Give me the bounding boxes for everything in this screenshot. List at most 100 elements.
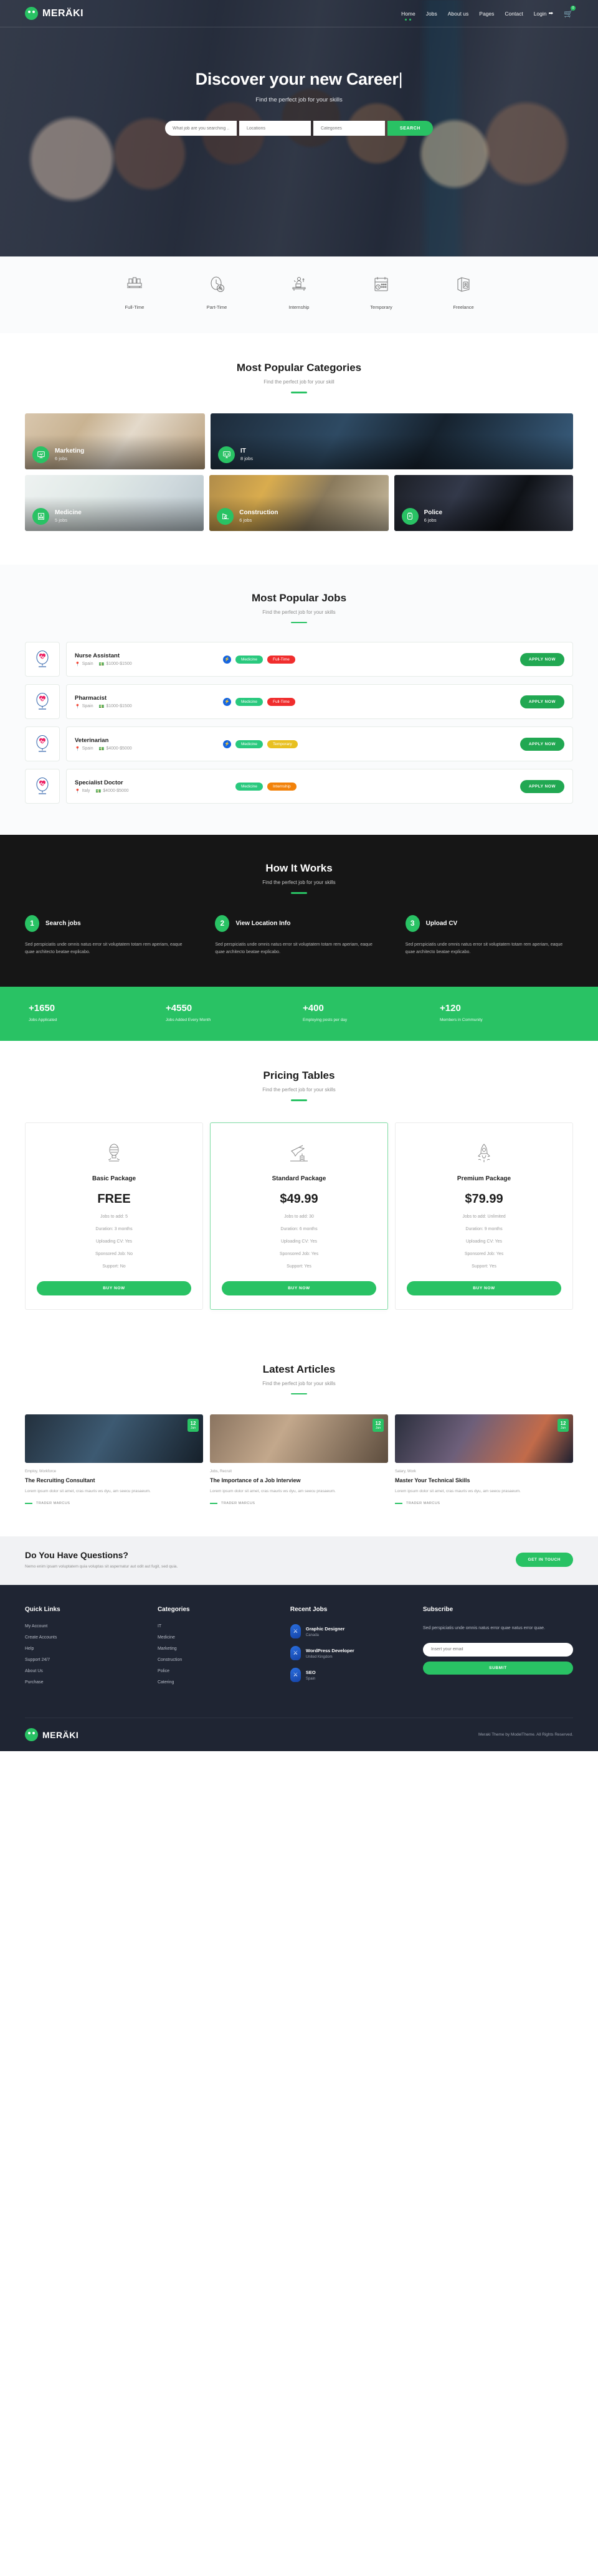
brand-logo[interactable]: MERÄKI bbox=[25, 7, 83, 20]
job-card[interactable]: Veterinarian 📍 Spain 💵 $4000-$5000 ⚡ Medic… bbox=[66, 726, 573, 761]
footer-category-police[interactable]: Police bbox=[158, 1669, 278, 1673]
job-row[interactable]: Veterinarian 📍 Spain 💵 $4000-$5000 ⚡ Medic… bbox=[25, 726, 573, 761]
section-divider bbox=[291, 1099, 307, 1101]
popular-jobs-section: Most Popular Jobs Find the perfect job f… bbox=[0, 564, 598, 835]
recent-job-item[interactable]: ⚔ Graphic Designer Canada bbox=[290, 1624, 411, 1639]
cart-button[interactable]: 🛒 0 bbox=[564, 5, 576, 19]
search-button[interactable]: SEARCH bbox=[387, 121, 433, 136]
step-text: Sed perspiciatis unde omnis natus error … bbox=[405, 942, 563, 955]
hero-title-text: Discover your new Career bbox=[195, 70, 399, 88]
buy-now-button[interactable]: BUY NOW bbox=[222, 1281, 376, 1295]
login-link[interactable]: Login ➡ bbox=[534, 10, 553, 17]
category-card-medicine[interactable]: Medicine 5 jobs bbox=[25, 474, 204, 531]
get-in-touch-button[interactable]: GET IN TOUCH bbox=[515, 1552, 573, 1567]
article-card[interactable]: 12 Jun Jobs, Recruit The Importance of a… bbox=[210, 1414, 388, 1505]
footer-category-construction[interactable]: Construction bbox=[158, 1658, 278, 1662]
job-type-label: Freelance bbox=[453, 304, 474, 310]
stats-bar: +1650 Jobs Applicated +4550 Jobs Added E… bbox=[0, 987, 598, 1041]
search-keyword-input[interactable] bbox=[165, 121, 237, 136]
reception-desk-icon bbox=[127, 277, 142, 288]
login-label[interactable]: Login bbox=[534, 11, 547, 17]
nav-item-pages[interactable]: Pages bbox=[479, 11, 494, 17]
footer-bottom-bar: MERÄKI Meraki Theme by ModelTheme. All R… bbox=[25, 1718, 573, 1751]
job-tag-type[interactable]: Full-Time bbox=[267, 697, 295, 706]
footer-link-create-accounts[interactable]: Create Accounts bbox=[25, 1635, 145, 1640]
recent-job-item[interactable]: ⚔ WordPress Developer United Kingdom bbox=[290, 1646, 411, 1661]
job-pin-icon: ⚔ bbox=[290, 1624, 301, 1639]
recent-job-item[interactable]: ⚔ SEO Spain bbox=[290, 1668, 411, 1683]
recent-job-title: SEO bbox=[305, 1669, 316, 1675]
job-tag-category[interactable]: Medicine bbox=[235, 782, 263, 791]
article-card[interactable]: 12 Jun Employ, Workforce The Recruiting … bbox=[25, 1414, 203, 1505]
job-type-temporary[interactable]: Temporary bbox=[359, 275, 403, 312]
job-type-freelance[interactable]: Freelance bbox=[442, 275, 485, 312]
subscribe-email-input[interactable] bbox=[422, 1642, 573, 1657]
computer-code-icon bbox=[218, 446, 235, 463]
job-tag-type[interactable]: Full-Time bbox=[267, 655, 295, 664]
apply-now-button[interactable]: APPLY NOW bbox=[520, 652, 564, 666]
job-tag-category[interactable]: Medicine bbox=[235, 697, 263, 706]
job-row[interactable]: Pharmacist 📍 Spain 💵 $1000-$1500 ⚡ Medicin… bbox=[25, 684, 573, 719]
article-card[interactable]: 12 Jun Salary, Work Master Your Technica… bbox=[395, 1414, 573, 1505]
category-card-marketing[interactable]: Marketing 6 jobs bbox=[25, 413, 205, 469]
footer-category-medicine[interactable]: Medicine bbox=[158, 1635, 278, 1640]
footer-category-catering[interactable]: Catering bbox=[158, 1680, 278, 1685]
article-title[interactable]: The Recruiting Consultant bbox=[25, 1477, 203, 1483]
buy-now-button[interactable]: BUY NOW bbox=[37, 1281, 191, 1295]
footer-heading: Recent Jobs bbox=[290, 1606, 328, 1614]
nav-item-home[interactable]: Home bbox=[401, 11, 415, 17]
article-author: TRADER MARCUS bbox=[395, 1502, 573, 1505]
job-type-internship[interactable]: Internship bbox=[277, 275, 321, 312]
job-tag-type[interactable]: Internship bbox=[267, 782, 297, 791]
category-name: Medicine bbox=[55, 509, 82, 516]
smiley-dots-logo-icon bbox=[25, 1728, 38, 1742]
footer-categories: Categories IT Medicine Marketing Constru… bbox=[158, 1606, 278, 1691]
footer-link-support[interactable]: Support 24/7 bbox=[25, 1658, 145, 1662]
apply-now-button[interactable]: APPLY NOW bbox=[520, 737, 564, 751]
sign-in-icon: ➡ bbox=[548, 10, 554, 16]
job-pin-icon: ⚔ bbox=[290, 1646, 301, 1661]
footer-link-my-account[interactable]: My Account bbox=[25, 1624, 145, 1629]
footer-category-marketing[interactable]: Marketing bbox=[158, 1647, 278, 1651]
stat-item: +400 Employing posts per day bbox=[299, 1003, 436, 1022]
job-card[interactable]: Specialist Doctor 📍 Italy 💵 $4000-$5000 Me… bbox=[66, 769, 573, 804]
subscribe-submit-button[interactable]: SUBMIT bbox=[422, 1661, 573, 1675]
job-tag-category[interactable]: Medicine bbox=[235, 740, 263, 748]
nav-item-contact[interactable]: Contact bbox=[505, 11, 523, 17]
footer-category-it[interactable]: IT bbox=[158, 1624, 278, 1629]
article-title[interactable]: Master Your Technical Skills bbox=[395, 1477, 573, 1483]
search-location-input[interactable] bbox=[239, 121, 311, 136]
job-tag-type[interactable]: Temporary bbox=[267, 740, 298, 748]
pricing-card-standard[interactable]: Standard Package $49.99 Jobs to add: 30 … bbox=[210, 1122, 388, 1310]
footer-link-about-us[interactable]: About Us bbox=[25, 1669, 145, 1673]
hero-section: MERÄKI Home Jobs About us Pages Contact … bbox=[0, 0, 598, 256]
job-card[interactable]: Nurse Assistant 📍 Spain 💵 $1000-$1500 ⚡ Me… bbox=[66, 642, 573, 677]
featured-bolt-icon: ⚡ bbox=[223, 655, 231, 664]
job-row[interactable]: Specialist Doctor 📍 Italy 💵 $4000-$5000 Me… bbox=[25, 769, 573, 804]
pricing-card-premium[interactable]: Premium Package $79.99 Jobs to add: Unli… bbox=[395, 1122, 573, 1310]
apply-now-button[interactable]: APPLY NOW bbox=[520, 779, 564, 793]
article-author: TRADER MARCUS bbox=[25, 1502, 203, 1505]
section-title: Most Popular Categories bbox=[236, 362, 362, 374]
category-card-it[interactable]: IT 8 jobs bbox=[211, 413, 573, 469]
nav-item-about-us[interactable]: About us bbox=[448, 11, 469, 17]
pricing-card-basic[interactable]: Basic Package FREE Jobs to add: 5 Durati… bbox=[25, 1122, 203, 1310]
footer-brand-logo[interactable]: MERÄKI bbox=[25, 1728, 78, 1742]
job-type-part-time[interactable]: Part-Time bbox=[195, 275, 239, 312]
job-type-full-time[interactable]: Full-Time bbox=[113, 275, 156, 312]
section-subtitle: Find the perfect job for your skills bbox=[262, 880, 336, 885]
package-feature: Duration: 9 months bbox=[465, 1226, 503, 1231]
buy-now-button[interactable]: BUY NOW bbox=[407, 1281, 561, 1295]
apply-now-button[interactable]: APPLY NOW bbox=[520, 695, 564, 708]
job-tag-category[interactable]: Medicine bbox=[235, 655, 263, 664]
nav-item-jobs[interactable]: Jobs bbox=[426, 11, 437, 17]
search-category-input[interactable] bbox=[313, 121, 385, 136]
footer-link-purchase[interactable]: Purchase bbox=[25, 1680, 145, 1685]
job-card[interactable]: Pharmacist 📍 Spain 💵 $1000-$1500 ⚡ Medicin… bbox=[66, 684, 573, 719]
category-card-police[interactable]: Police 6 jobs bbox=[394, 474, 573, 531]
article-title[interactable]: The Importance of a Job Interview bbox=[210, 1477, 388, 1483]
category-card-construction[interactable]: Construction 6 jobs bbox=[209, 474, 389, 531]
footer-link-help[interactable]: Help bbox=[25, 1647, 145, 1651]
recent-job-location: Canada bbox=[305, 1633, 319, 1637]
job-row[interactable]: Nurse Assistant 📍 Spain 💵 $1000-$1500 ⚡ Me… bbox=[25, 642, 573, 677]
